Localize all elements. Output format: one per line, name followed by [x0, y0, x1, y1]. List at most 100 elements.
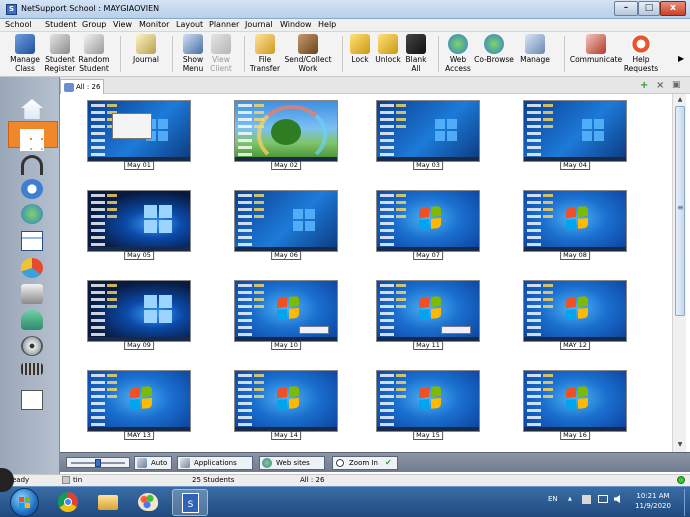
menu-student[interactable]: Student [45, 20, 77, 29]
student-screen-preview[interactable] [376, 370, 480, 432]
web-access-button[interactable]: Web Access [442, 32, 474, 77]
student-thumbnail[interactable]: May 15 [376, 370, 480, 441]
scroll-down-icon[interactable]: ▼ [675, 440, 685, 450]
view-client-button[interactable]: View Client [206, 32, 236, 77]
student-screen-preview[interactable] [234, 100, 338, 162]
chart-line-icon[interactable] [21, 390, 43, 410]
manage-button[interactable]: Manage [516, 32, 554, 77]
maximize-button[interactable]: □ [638, 1, 660, 16]
menu-help[interactable]: Help [318, 20, 336, 29]
show-desktop-button[interactable] [684, 489, 689, 516]
random-student-button[interactable]: Random Student [76, 32, 112, 77]
thumbnail-size-slider[interactable] [66, 457, 130, 468]
app-icon[interactable]: S [6, 4, 17, 15]
unlock-button[interactable]: Unlock [373, 32, 403, 77]
student-thumbnail[interactable]: May 02 [234, 100, 338, 171]
menu-journal[interactable]: Journal [245, 20, 273, 29]
student-thumbnail[interactable]: May 05 [87, 190, 191, 261]
menu-school[interactable]: School [5, 20, 32, 29]
start-button[interactable] [10, 488, 39, 517]
system-clock[interactable]: 10:21 AM 11/9/2020 [628, 491, 678, 511]
student-thumbnail[interactable]: May 10 [234, 280, 338, 351]
student-screen-preview[interactable] [376, 280, 480, 342]
show-menu-button[interactable]: Show Menu [178, 32, 208, 77]
student-thumbnail[interactable]: May 06 [234, 190, 338, 261]
help-requests-button[interactable]: Help Requests [620, 32, 662, 77]
taskbar-paint[interactable] [130, 489, 166, 516]
tray-expand-icon[interactable]: ▲ [568, 496, 572, 502]
student-thumbnail[interactable]: May 14 [234, 370, 338, 441]
globe-icon[interactable] [21, 204, 43, 224]
student-thumbnail[interactable]: May 08 [523, 190, 627, 261]
student-thumbnail[interactable]: MAY 13 [87, 370, 191, 441]
volume-icon[interactable] [614, 495, 620, 503]
monitor-list-icon[interactable] [21, 231, 43, 251]
web-sites-button[interactable]: Web sites [259, 456, 325, 470]
student-screen-preview[interactable] [234, 370, 338, 432]
auto-button[interactable]: Auto [134, 456, 172, 470]
menu-monitor[interactable]: Monitor [139, 20, 169, 29]
student-thumbnail[interactable]: May 16 [523, 370, 627, 441]
tab-all[interactable]: All : 26 [60, 79, 104, 94]
student-thumbnail[interactable]: May 03 [376, 100, 480, 171]
student-screen-preview[interactable] [87, 280, 191, 342]
student-register-button[interactable]: Student Register [42, 32, 78, 77]
language-indicator[interactable]: EN [548, 495, 558, 503]
close-button[interactable]: x [660, 1, 686, 16]
restore-tab-icon[interactable]: ▣ [672, 80, 681, 91]
zoom-in-button[interactable]: Zoom In ✔ [332, 456, 398, 470]
applications-button[interactable]: Applications [177, 456, 253, 470]
student-thumbnail[interactable]: May 01 [87, 100, 191, 171]
scroll-up-icon[interactable]: ▲ [675, 95, 685, 105]
minimize-button[interactable]: – [614, 1, 638, 16]
taskbar-chrome[interactable] [50, 489, 86, 516]
taskbar-netsupport[interactable]: S [172, 489, 208, 516]
toolbar-more-arrow-icon[interactable]: ▶ [678, 54, 684, 63]
student-thumbnail[interactable]: May 07 [376, 190, 480, 261]
vertical-scrollbar[interactable]: ▲ ≡ ▼ [672, 94, 686, 452]
menu-window[interactable]: Window [280, 20, 312, 29]
student-screen-preview[interactable] [87, 190, 191, 252]
send-collect-work-button[interactable]: Send/Collect Work [284, 32, 332, 77]
menu-layout[interactable]: Layout [176, 20, 203, 29]
home-icon[interactable] [21, 99, 43, 119]
keyboard-icon[interactable] [21, 363, 43, 375]
slider-knob[interactable] [95, 459, 101, 467]
manage-class-button[interactable]: Manage Class [6, 32, 44, 77]
blank-all-button[interactable]: Blank All [402, 32, 430, 77]
student-screen-preview[interactable] [523, 100, 627, 162]
headphones-icon[interactable] [21, 155, 43, 175]
thumbnail-view-icon[interactable] [20, 129, 44, 151]
student-thumbnail[interactable]: May 04 [523, 100, 627, 171]
student-screen-preview[interactable] [523, 280, 627, 342]
student-thumbnail[interactable]: May 11 [376, 280, 480, 351]
student-screen-preview[interactable] [376, 190, 480, 252]
lock-button[interactable]: Lock [346, 32, 374, 77]
file-transfer-button[interactable]: File Transfer [248, 32, 282, 77]
student-thumbnail[interactable]: May 09 [87, 280, 191, 351]
journal-button[interactable]: Journal [128, 32, 164, 77]
taskbar-file-explorer[interactable] [90, 489, 126, 516]
student-thumbnail[interactable]: MAY 12 [523, 280, 627, 351]
printer-icon[interactable] [21, 284, 43, 304]
disc-icon[interactable] [21, 336, 43, 356]
communicate-button[interactable]: Communicate [568, 32, 624, 77]
student-screen-preview[interactable] [234, 190, 338, 252]
user-group-icon[interactable] [21, 310, 43, 330]
close-tab-icon[interactable]: × [656, 80, 664, 91]
action-center-icon[interactable] [582, 495, 591, 504]
student-screen-preview[interactable] [376, 100, 480, 162]
help-question-icon[interactable] [21, 179, 43, 199]
student-screen-preview[interactable] [523, 370, 627, 432]
student-screen-preview[interactable] [87, 100, 191, 162]
student-screen-preview[interactable] [523, 190, 627, 252]
co-browse-button[interactable]: Co-Browse [474, 32, 514, 77]
student-screen-preview[interactable] [87, 370, 191, 432]
add-tab-icon[interactable]: + [640, 80, 648, 91]
student-screen-preview[interactable] [234, 280, 338, 342]
menu-planner[interactable]: Planner [209, 20, 239, 29]
scroll-thumb[interactable]: ≡ [675, 106, 685, 316]
menu-view[interactable]: View [113, 20, 132, 29]
menu-group[interactable]: Group [82, 20, 106, 29]
network-icon[interactable] [598, 495, 608, 503]
